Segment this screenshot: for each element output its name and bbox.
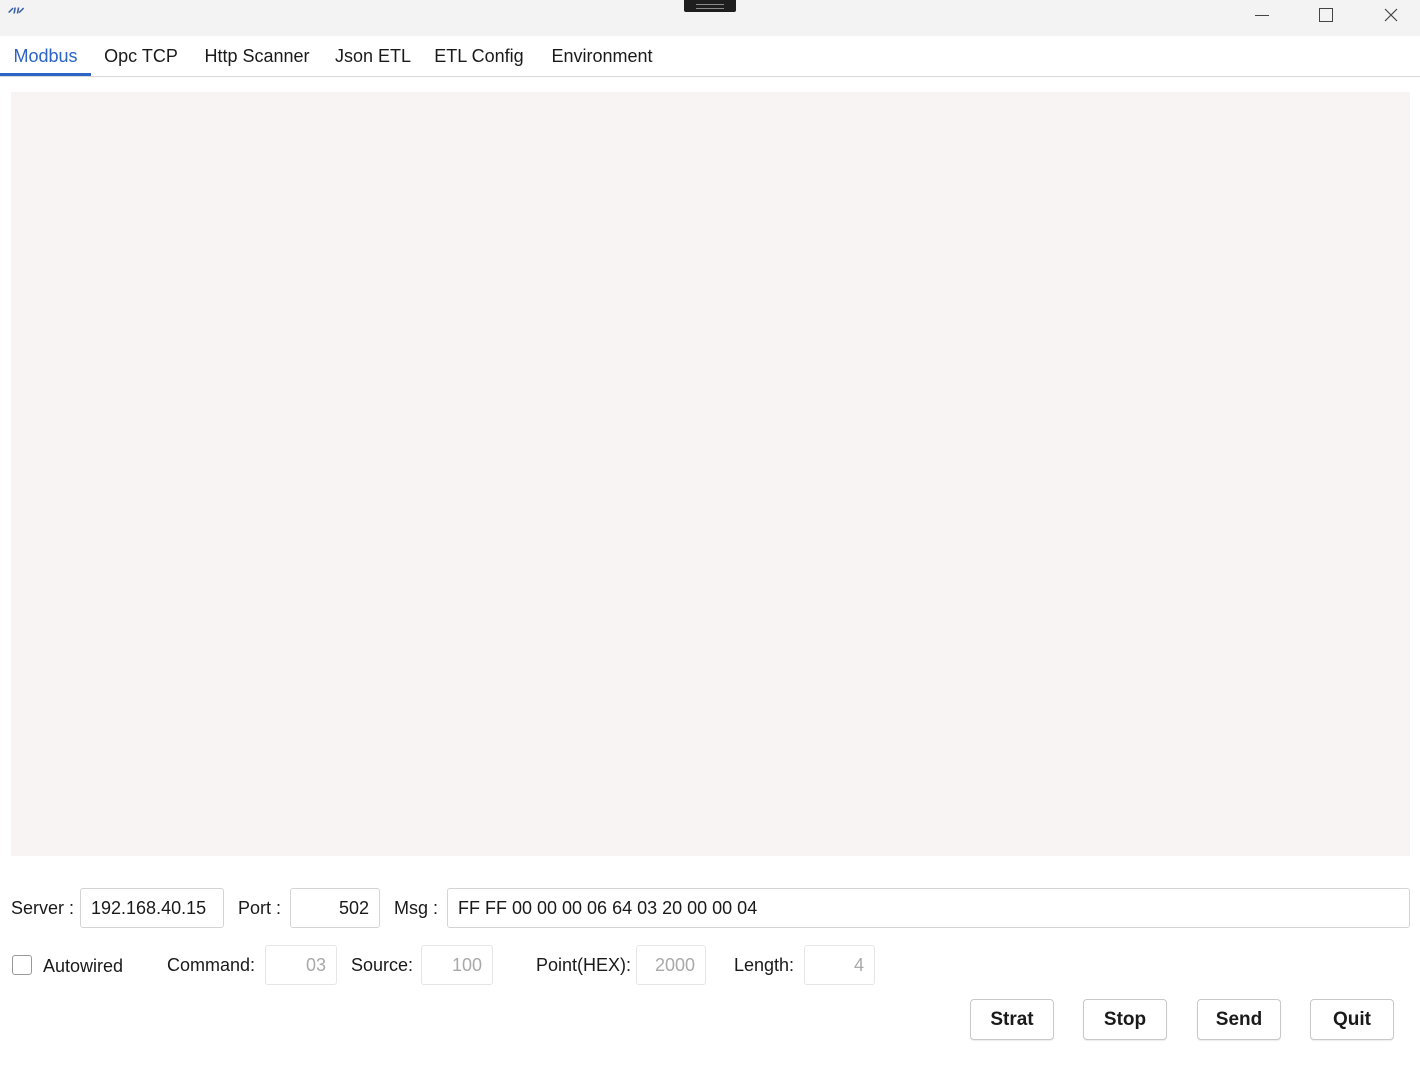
autowired-checkbox[interactable] [12,955,32,975]
source-input[interactable]: 100 [421,945,493,985]
server-input[interactable]: 192.168.40.15 [80,888,224,928]
tab-modbus[interactable]: Modbus [0,36,91,76]
msg-label: Msg : [394,898,439,918]
tab-environment[interactable]: Environment [542,36,662,75]
port-input[interactable]: 502 [290,888,380,928]
tab-json-etl[interactable]: Json ETL [330,36,416,75]
app-logo-icon: ᐟᐦᐟ [8,5,25,21]
maximize-icon [1319,8,1333,22]
output-log-area[interactable] [11,92,1410,856]
command-label: Command: [167,955,256,975]
quit-button[interactable]: Quit [1310,999,1394,1040]
close-button[interactable] [1360,0,1420,30]
stop-button[interactable]: Stop [1083,999,1167,1040]
port-label: Port : [238,898,282,918]
point-hex-label: Point(HEX): [536,955,632,975]
tab-etl-config[interactable]: ETL Config [427,36,531,75]
maximize-button[interactable] [1295,0,1357,30]
minimize-icon [1255,14,1269,16]
title-bar: ᐟᐦᐟ [0,0,1420,36]
send-button[interactable]: Send [1197,999,1281,1040]
length-label: Length: [734,955,795,975]
server-label: Server : [11,898,75,918]
minimize-button[interactable] [1231,0,1293,30]
command-input[interactable]: 03 [265,945,337,985]
tab-http-scanner[interactable]: Http Scanner [195,36,319,75]
length-input[interactable]: 4 [804,945,875,985]
point-hex-input[interactable]: 2000 [636,945,706,985]
close-icon [1384,8,1398,22]
tab-opc-tcp[interactable]: Opc TCP [97,36,185,75]
tab-bar: Modbus Opc TCP Http Scanner Json ETL ETL… [0,36,1420,77]
autowired-label[interactable]: Autowired [43,956,123,977]
start-button[interactable]: Strat [970,999,1054,1040]
source-label: Source: [351,955,414,975]
drag-handle[interactable] [684,0,736,12]
msg-input[interactable]: FF FF 00 00 00 06 64 03 20 00 00 04 [447,888,1410,928]
